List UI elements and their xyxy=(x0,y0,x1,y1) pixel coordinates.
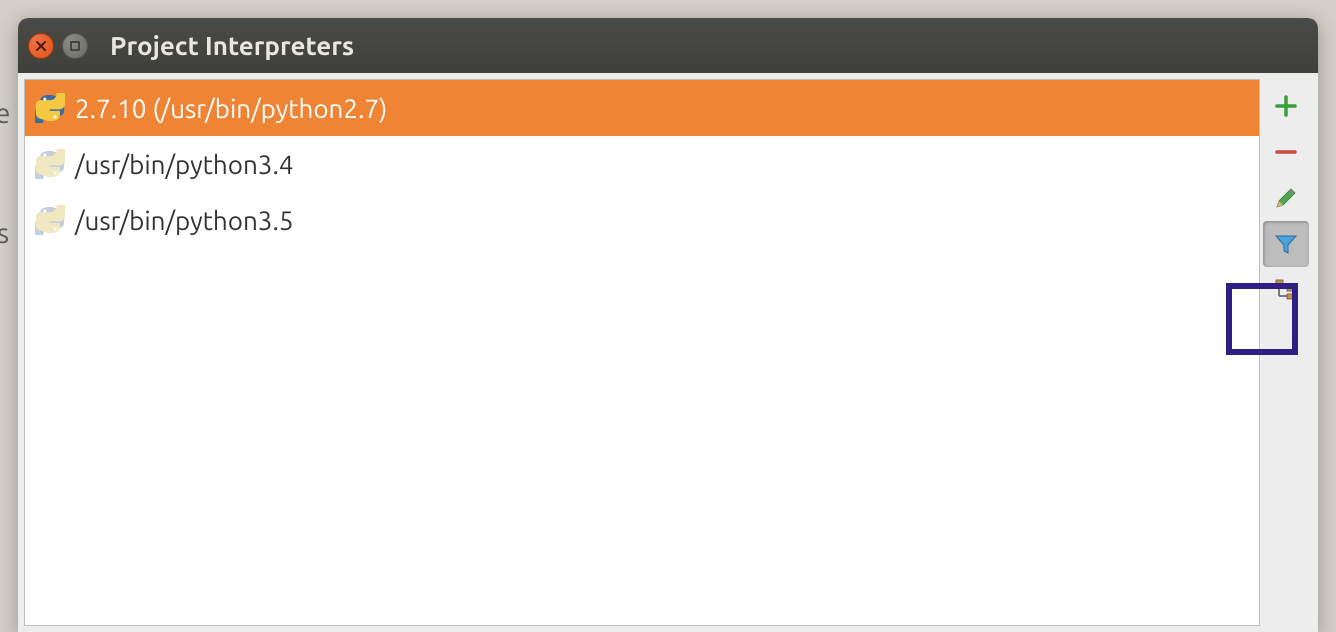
python-icon xyxy=(35,205,65,235)
dialog-body: 2.7.10 (/usr/bin/python2.7) /usr/bin/pyt… xyxy=(18,73,1318,632)
minimize-icon xyxy=(69,40,81,52)
project-interpreters-dialog: Project Interpreters 2.7.10 (/usr/bin/py… xyxy=(18,18,1318,632)
funnel-icon xyxy=(1273,231,1299,257)
dialog-title: Project Interpreters xyxy=(110,31,354,60)
interpreter-item[interactable]: /usr/bin/python3.4 xyxy=(25,136,1259,192)
python-icon xyxy=(35,149,65,179)
show-paths-button[interactable] xyxy=(1263,267,1309,313)
close-icon xyxy=(35,40,47,52)
add-interpreter-button[interactable] xyxy=(1263,83,1309,129)
interpreter-item-selected[interactable]: 2.7.10 (/usr/bin/python2.7) xyxy=(25,80,1259,136)
minus-icon xyxy=(1273,139,1299,165)
python-icon xyxy=(35,93,65,123)
remove-interpreter-button[interactable] xyxy=(1263,129,1309,175)
title-bar: Project Interpreters xyxy=(18,18,1318,73)
filter-interpreters-button[interactable] xyxy=(1263,221,1309,267)
tree-icon xyxy=(1273,277,1299,303)
pencil-icon xyxy=(1273,185,1299,211)
interpreter-list[interactable]: 2.7.10 (/usr/bin/python2.7) /usr/bin/pyt… xyxy=(24,79,1260,626)
interpreter-label: 2.7.10 (/usr/bin/python2.7) xyxy=(75,94,387,123)
window-minimize-button[interactable] xyxy=(62,33,88,59)
interpreter-item[interactable]: /usr/bin/python3.5 xyxy=(25,192,1259,248)
window-close-button[interactable] xyxy=(28,33,54,59)
interpreter-label: /usr/bin/python3.5 xyxy=(75,206,294,235)
edit-interpreter-button[interactable] xyxy=(1263,175,1309,221)
interpreter-label: /usr/bin/python3.4 xyxy=(75,150,294,179)
interpreter-toolbar xyxy=(1260,79,1312,626)
plus-icon xyxy=(1273,93,1299,119)
